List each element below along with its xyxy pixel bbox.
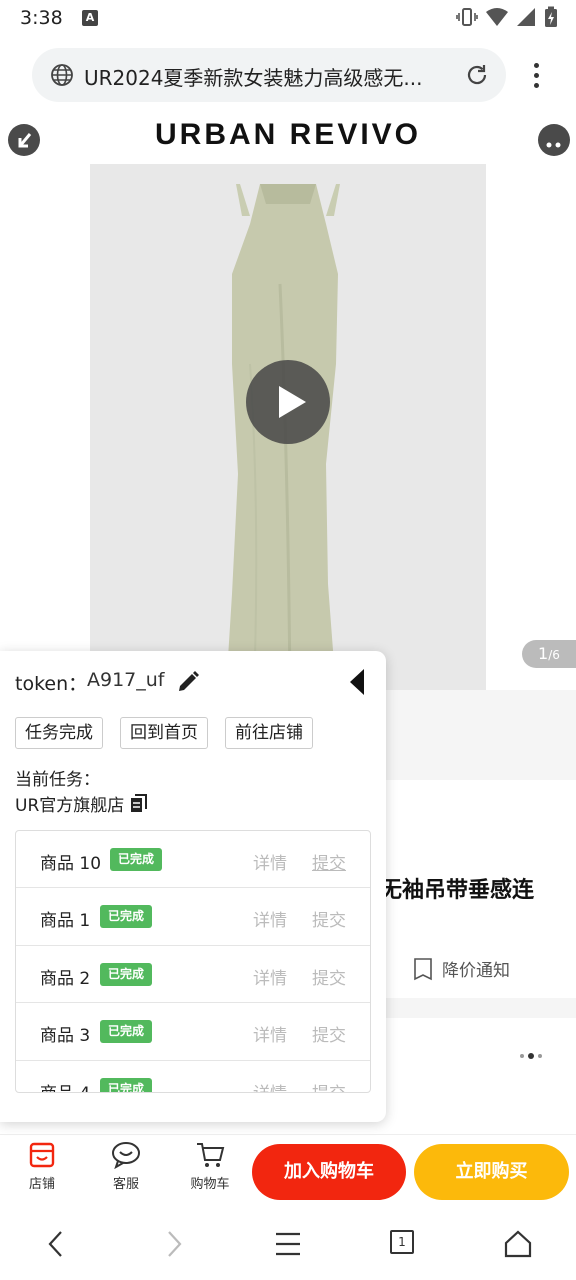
current-task: UR官方旗舰店 <box>15 791 148 816</box>
go-home-button[interactable]: 回到首页 <box>120 717 208 749</box>
status-badge: 已完成 <box>100 1020 153 1044</box>
service-tab[interactable]: 客服 <box>96 1141 156 1192</box>
back-arrow-icon <box>18 133 32 148</box>
price-notify-button[interactable]: 降价通知 <box>412 956 510 981</box>
store-tab[interactable]: 店铺 <box>12 1141 72 1192</box>
browser-menu-icon[interactable] <box>526 60 546 90</box>
status-time: 3:38 <box>20 7 63 29</box>
buy-now-button[interactable]: 立即购买 <box>414 1144 569 1200</box>
nav-home-icon[interactable] <box>504 1230 532 1258</box>
task-row: 商品 10 已完成 详情 提交 <box>16 831 370 889</box>
nav-back-icon[interactable] <box>44 1230 68 1258</box>
globe-icon <box>51 64 73 86</box>
task-name: 商品 2 <box>40 968 91 989</box>
system-navigation: 1 <box>0 1208 576 1280</box>
nav-menu-icon[interactable] <box>274 1230 302 1258</box>
task-name: 商品 3 <box>40 1026 91 1047</box>
cart-tab[interactable]: 购物车 <box>180 1141 240 1192</box>
add-to-cart-button[interactable]: 加入购物车 <box>252 1144 406 1200</box>
status-bar: 3:38 A <box>0 0 576 38</box>
go-store-button[interactable]: 前往店铺 <box>225 717 313 749</box>
brand-logo: URBAN REVIVO <box>154 118 422 151</box>
play-icon <box>279 386 306 418</box>
service-label: 客服 <box>112 1177 139 1192</box>
signal-icon <box>517 8 535 26</box>
cart-icon <box>197 1143 225 1167</box>
status-badge: 已完成 <box>100 1077 153 1092</box>
battery-icon <box>545 6 557 27</box>
token-label: token： <box>15 673 88 695</box>
chat-icon <box>112 1142 140 1169</box>
task-row: 商品 1 已完成 详情 提交 <box>16 888 370 946</box>
status-badge: 已完成 <box>110 848 163 871</box>
current-task-label: 当前任务： <box>15 770 100 790</box>
status-badge: 已完成 <box>100 905 153 929</box>
tabs-count-icon[interactable]: 1 <box>390 1230 414 1254</box>
image-counter: 1/6 <box>522 640 576 668</box>
task-submit-link[interactable]: 提交 <box>312 1021 346 1046</box>
task-row: 商品 4 已完成 详情 提交 <box>16 1061 370 1092</box>
task-name: 商品 4 <box>40 1079 90 1092</box>
store-icon <box>29 1142 55 1168</box>
task-detail-link[interactable]: 详情 <box>253 1079 287 1092</box>
price-tag-icon <box>414 957 432 980</box>
store-label: 店铺 <box>28 1177 55 1192</box>
status-badge: 已完成 <box>100 962 153 986</box>
task-submit-link[interactable]: 提交 <box>312 964 346 989</box>
task-list[interactable]: 商品 10 已完成 详情 提交 商品 1 已完成 详情 提交 商品 2 已完成 … <box>15 830 371 1093</box>
notification-icon: A <box>82 10 98 26</box>
screen: 3:38 A UR2024夏季新款女装魅力高级感无... URBAN REVIV… <box>0 0 576 1280</box>
task-submit-link[interactable]: 提交 <box>312 1079 346 1092</box>
reload-icon[interactable] <box>464 62 490 88</box>
status-icons <box>456 6 558 28</box>
nav-forward-icon[interactable] <box>162 1230 186 1258</box>
task-row: 商品 2 已完成 详情 提交 <box>16 946 370 1004</box>
copy-icon[interactable] <box>130 793 148 814</box>
url-text[interactable]: UR2024夏季新款女装魅力高级感无... <box>84 62 460 91</box>
bottom-action-bar: 店铺 客服 购物车 加入购物车 立即购买 <box>0 1134 576 1208</box>
task-row: 商品 3 已完成 详情 提交 <box>16 1003 370 1061</box>
more-button[interactable] <box>538 124 570 156</box>
edit-icon[interactable] <box>176 670 200 694</box>
carousel-dots <box>520 1053 542 1059</box>
product-title: 无袖吊带垂感连 <box>380 878 535 903</box>
image-total: /6 <box>548 648 560 662</box>
price-notify-label: 降价通知 <box>442 961 510 981</box>
wifi-icon <box>486 8 508 26</box>
current-task-value: UR官方旗舰店 <box>15 796 125 816</box>
task-submit-link[interactable]: 提交 <box>312 906 346 931</box>
task-detail-link[interactable]: 详情 <box>253 964 287 989</box>
task-detail-link[interactable]: 详情 <box>253 906 287 931</box>
task-name: 商品 10 <box>40 854 102 874</box>
play-video-button[interactable] <box>246 360 330 444</box>
collapse-panel-icon[interactable] <box>348 667 366 697</box>
vibrate-icon <box>456 8 478 26</box>
task-submit-link[interactable]: 提交 <box>312 849 346 874</box>
address-bar[interactable]: UR2024夏季新款女装魅力高级感无... <box>32 48 506 102</box>
task-complete-button[interactable]: 任务完成 <box>15 717 103 749</box>
task-panel: token： A917_uf 任务完成 回到首页 前往店铺 当前任务： UR官方… <box>0 651 386 1122</box>
token-value: A917_uf <box>87 669 165 691</box>
task-name: 商品 1 <box>40 911 91 932</box>
task-detail-link[interactable]: 详情 <box>253 849 287 874</box>
back-button[interactable] <box>8 124 40 156</box>
more-dots-icon <box>546 142 561 148</box>
image-index: 1 <box>538 644 549 663</box>
task-detail-link[interactable]: 详情 <box>253 1021 287 1046</box>
cart-label: 购物车 <box>190 1177 230 1192</box>
